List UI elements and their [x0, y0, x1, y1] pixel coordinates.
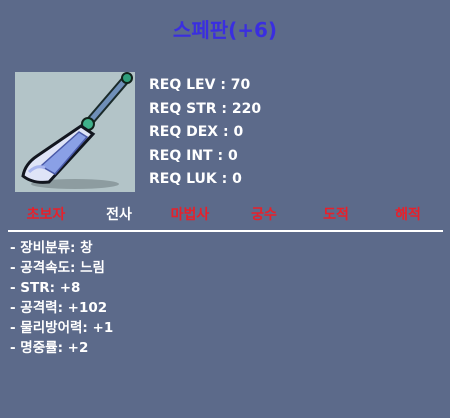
- job-bowman: 궁수: [251, 207, 277, 223]
- item-title: 스페판(+6): [172, 18, 278, 42]
- stat-str: - STR: +8: [10, 280, 81, 296]
- job-warrior: 전사: [106, 207, 132, 223]
- divider: [8, 230, 443, 232]
- stat-defense: - 물리방어력: +1: [10, 320, 114, 336]
- stat-category: - 장비분류: 창: [10, 240, 93, 256]
- item-tooltip: 스페판(+6) REQ LEV : 70 REQ STR : 220 REQ D…: [0, 0, 450, 418]
- spear-icon: [21, 72, 133, 189]
- stat-attack: - 공격력: +102: [10, 300, 108, 316]
- req-luk: REQ LUK : 0: [149, 171, 242, 187]
- req-int: REQ INT : 0: [149, 147, 238, 164]
- req-str: REQ STR : 220: [149, 100, 262, 117]
- req-level: REQ LEV : 70: [149, 77, 251, 93]
- requirements-list: REQ LEV : 70 REQ STR : 220 REQ DEX : 0 R…: [149, 74, 261, 192]
- job-pirate: 해적: [395, 207, 421, 223]
- item-icon-frame: [15, 72, 135, 192]
- job-thief: 도적: [323, 207, 349, 223]
- stat-accuracy: - 명중률: +2: [10, 340, 89, 356]
- job-list: 초보자 전사 마법사 궁수 도적 해적: [0, 204, 450, 224]
- stat-attack-speed: - 공격속도: 느림: [10, 260, 105, 276]
- stats-list: - 장비분류: 창 - 공격속도: 느림 - STR: +8 - 공격력: +1…: [10, 238, 113, 358]
- req-dex: REQ DEX : 0: [149, 124, 244, 140]
- job-magician: 마법사: [170, 207, 210, 223]
- job-beginner: 초보자: [26, 207, 66, 223]
